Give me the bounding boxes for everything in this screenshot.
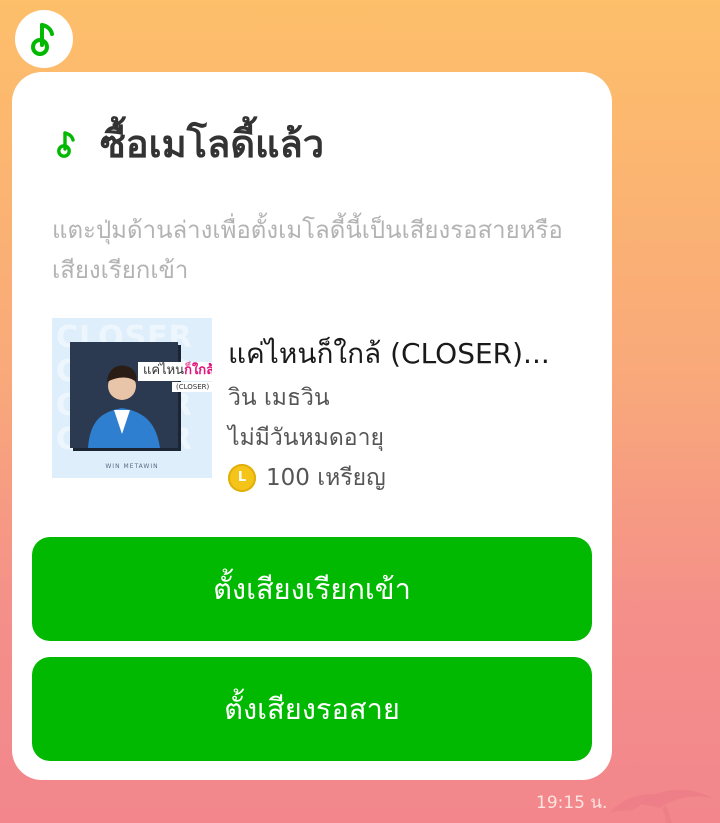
- set-ringtone-button[interactable]: ตั้งเสียงเรียกเข้า: [32, 537, 592, 641]
- cover-artist-caption: WIN METAWIN: [105, 463, 159, 470]
- price-label: 100 เหรียญ: [266, 465, 386, 491]
- song-price: L 100 เหรียญ: [228, 458, 588, 498]
- song-title[interactable]: แค่ไหนก็ใกล้ (CLOSER)...: [228, 330, 588, 378]
- artist-photo-icon: [70, 342, 178, 448]
- cover-subtitle: (CLOSER): [172, 382, 212, 392]
- line-coin-icon: L: [228, 464, 256, 492]
- card-header: ซื้อเมโลดี้แล้ว: [52, 118, 324, 170]
- song-artist: วิน เมธวิน: [228, 385, 330, 411]
- card-title: ซื้อเมโลดี้แล้ว: [100, 122, 325, 166]
- set-ringback-button[interactable]: ตั้งเสียงรอสาย: [32, 657, 592, 761]
- music-note-icon: [31, 23, 54, 56]
- message-timestamp: 19:15 น.: [536, 793, 608, 813]
- music-note-icon: [57, 131, 75, 158]
- sender-avatar[interactable]: [15, 10, 73, 68]
- song-validity: ไม่มีวันหมดอายุ: [228, 425, 384, 451]
- album-cover[interactable]: CLOSER CLOSER CLOSER CLOSER แค่ไหนก็ใกล้…: [52, 318, 212, 478]
- cover-title: แค่ไหนก็ใกล้: [138, 362, 212, 381]
- cover-photo: [70, 342, 178, 448]
- card-description: แตะปุ่มด้านล่างเพื่อตั้งเมโลดี้นี้เป็นเส…: [52, 216, 563, 284]
- song-info: แค่ไหนก็ใกล้ (CLOSER)... วิน เมธวิน ไม่ม…: [228, 330, 588, 498]
- palm-decoration-icon: [610, 789, 712, 823]
